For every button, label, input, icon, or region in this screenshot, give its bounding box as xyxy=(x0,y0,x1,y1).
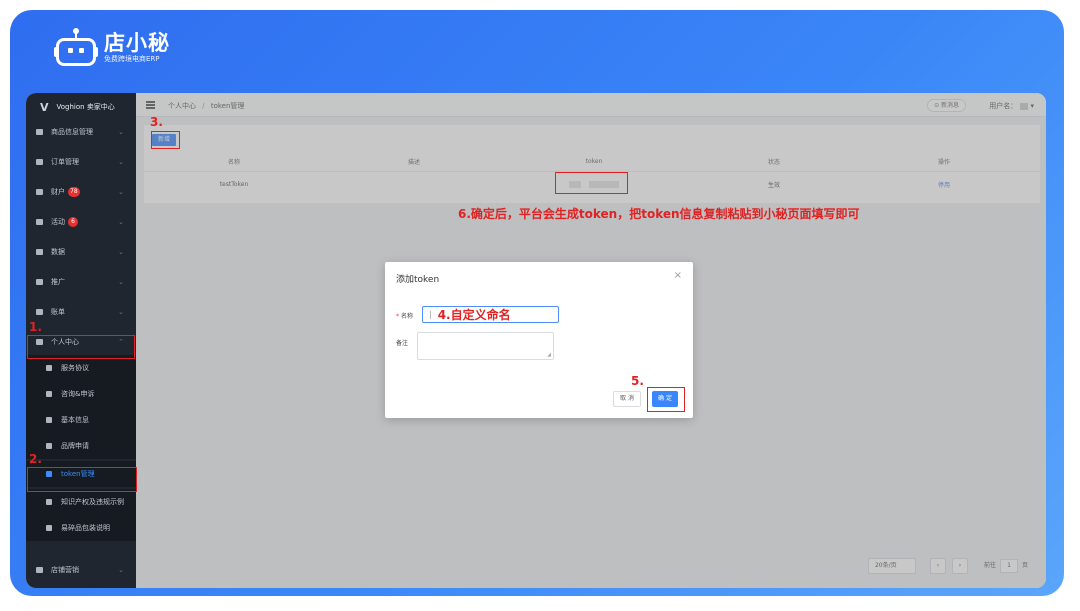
remark-label: 备注 xyxy=(396,340,409,347)
sidebar-subitem-token-management[interactable]: token管理 xyxy=(26,461,136,487)
name-label: * 名称 xyxy=(396,313,414,320)
chevron-down-icon: ⌄ xyxy=(118,308,124,316)
sidebar-item-products[interactable]: 商品信息管理 ⌄ xyxy=(26,120,136,144)
megaphone-icon xyxy=(36,279,43,285)
annotation-step5: 5. xyxy=(631,374,644,388)
sidebar-item-activity[interactable]: 活动 6 ⌄ xyxy=(26,210,136,234)
sidebar-subitem-appeal[interactable]: 咨询&申诉 xyxy=(26,381,136,407)
name-input[interactable]: | 4.自定义命名 xyxy=(422,306,559,323)
doc-icon xyxy=(46,365,52,371)
user-icon xyxy=(36,339,43,345)
sidebar-subitem-ip-violations[interactable]: 知识产权及违规示例 xyxy=(26,489,136,515)
chevron-up-icon: ⌃ xyxy=(118,338,124,346)
chevron-down-icon: ⌄ xyxy=(118,128,124,136)
brand-v-icon: V xyxy=(40,100,49,114)
chevron-down-icon: ⌄ xyxy=(118,158,124,166)
annotation-step6: 6.确定后，平台会生成token，把token信息复制粘贴到小秘页面填写即可 xyxy=(458,207,860,221)
notification-badge: 6 xyxy=(68,217,78,227)
bag-icon xyxy=(36,129,43,135)
sidebar-item-personal-center[interactable]: 个人中心 ⌃ xyxy=(26,330,136,354)
logo-subtitle: 免费跨境电商ERP xyxy=(104,54,160,63)
logo-name: 店小秘 xyxy=(104,30,170,55)
bill-icon xyxy=(36,309,43,315)
sidebar-subitem-brand-apply[interactable]: 品牌申请 xyxy=(26,433,136,459)
annotation-step1: 1. xyxy=(29,320,42,334)
confirm-button[interactable]: 确 定 xyxy=(652,391,678,407)
annotation-step2: 2. xyxy=(29,452,42,466)
text-cursor-icon: | xyxy=(429,310,432,319)
annotation-step3: 3. xyxy=(150,115,163,129)
close-icon[interactable]: × xyxy=(674,270,682,281)
chevron-down-icon: ⌄ xyxy=(118,248,124,256)
sidebar-item-store-marketing[interactable]: 店铺营销 ⌄ xyxy=(26,558,136,582)
sidebar-item-billing[interactable]: 账单 ⌄ xyxy=(26,300,136,324)
doc-icon xyxy=(46,391,52,397)
doc-icon xyxy=(46,499,52,505)
doc-icon xyxy=(36,159,43,165)
doc-icon xyxy=(46,443,52,449)
sidebar-subitem-fragile-packaging[interactable]: 易碎品包装说明 xyxy=(26,515,136,541)
store-icon xyxy=(36,567,43,573)
sidebar-item-data[interactable]: 数据 ⌄ xyxy=(26,240,136,264)
logo: 店小秘 免费跨境电商ERP xyxy=(54,28,170,66)
chevron-down-icon: ⌄ xyxy=(118,278,124,286)
wallet-icon xyxy=(36,189,43,195)
chart-icon xyxy=(36,249,43,255)
resize-grip-icon: ◢ xyxy=(547,352,551,358)
sidebar-item-finance[interactable]: 财户 78 ⌄ xyxy=(26,180,136,204)
add-token-dialog: 添加token × * 名称 | 4.自定义命名 备注 ◢ 5. 取 消 确 定 xyxy=(385,262,693,418)
sidebar-item-orders[interactable]: 订单管理 ⌄ xyxy=(26,150,136,174)
chevron-down-icon: ⌄ xyxy=(118,188,124,196)
chevron-down-icon: ⌄ xyxy=(118,218,124,226)
doc-icon xyxy=(46,417,52,423)
remark-textarea[interactable]: ◢ xyxy=(417,332,554,360)
doc-icon xyxy=(46,471,52,477)
sidebar-subitem-service-agreement[interactable]: 服务协议 xyxy=(26,355,136,381)
sidebar-item-promotion[interactable]: 推广 ⌄ xyxy=(26,270,136,294)
activity-icon xyxy=(36,219,43,225)
sidebar-subitem-basic-info[interactable]: 基本信息 xyxy=(26,407,136,433)
robot-logo-icon xyxy=(54,28,98,66)
cancel-button[interactable]: 取 消 xyxy=(613,391,641,407)
doc-icon xyxy=(46,525,52,531)
chevron-down-icon: ⌄ xyxy=(118,566,124,574)
dialog-title: 添加token xyxy=(396,275,440,285)
sidebar: V Voghion 卖家中心 商品信息管理 ⌄ 订单管理 ⌄ 财户 78 ⌄ 活… xyxy=(26,93,136,588)
sidebar-brand: V Voghion 卖家中心 xyxy=(40,100,115,114)
notification-badge: 78 xyxy=(68,187,80,197)
